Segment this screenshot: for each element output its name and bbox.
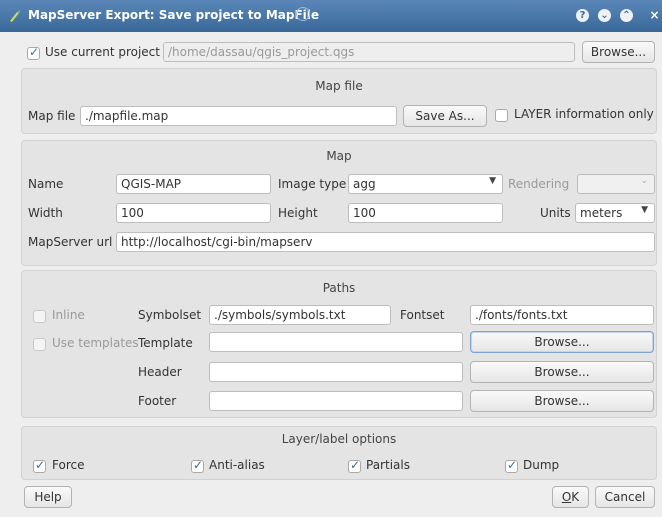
ok-label-rest: K [571,490,580,504]
layer-label-options-panel: Layer/label options [21,426,657,480]
check-icon: ✓ [193,458,204,472]
mapfile-input[interactable]: ./mapfile.map [80,106,397,126]
layer-info-only-label: LAYER information only [514,107,654,121]
inline-checkbox[interactable] [33,310,46,323]
mapserver-url-label: MapServer url [28,235,113,249]
template-browse-button[interactable]: Browse... [470,331,654,353]
image-type-value: agg [353,177,376,191]
ok-button[interactable]: OK [552,486,589,508]
save-as-button[interactable]: Save As... [403,105,487,127]
project-browse-button[interactable]: Browse... [582,41,655,63]
rendering-label: Rendering [508,177,570,191]
chevron-down-icon: ▼ [641,205,648,215]
close-icon[interactable]: × [648,9,661,22]
partials-label: Partials [366,458,410,472]
height-input[interactable]: 100 [348,203,503,223]
image-type-select[interactable]: agg ▼ [348,174,503,194]
mapserver-url-input[interactable]: http://localhost/cgi-bin/mapserv [116,232,655,252]
project-path-field[interactable]: /home/dassau/qgis_project.qgs [163,42,575,62]
map-panel-title: Map [326,149,352,163]
use-templates-label: Use templates [52,336,139,350]
use-current-project-checkbox[interactable]: ✓ [27,45,40,60]
maximize-icon[interactable]: ⌃ [620,9,633,22]
use-templates-checkbox[interactable] [33,338,46,351]
inline-label: Inline [52,308,85,322]
qgis-icon [10,10,20,22]
help-button[interactable]: Help [24,486,72,508]
minimize-icon[interactable]: ⌄ [598,9,611,22]
header-label: Header [138,365,182,379]
pin-icon [296,7,310,21]
chevron-down-icon: ⌄ [640,176,648,186]
layer-label-options-title: Layer/label options [281,432,397,446]
template-label: Template [138,336,193,350]
chevron-down-icon: ▼ [489,176,496,186]
dump-label: Dump [523,458,560,472]
check-icon: ✓ [29,45,40,59]
image-type-label: Image type [278,177,347,191]
footer-input[interactable] [209,391,463,411]
window-title: MapServer Export: Save project to MapFil… [28,8,320,22]
check-icon: ✓ [350,458,361,472]
dump-checkbox[interactable]: ✓ [505,458,518,473]
width-input[interactable]: 100 [116,203,271,223]
force-label: Force [52,458,85,472]
ok-accelerator: O [561,490,572,504]
rendering-select[interactable]: ⌄ [577,174,655,194]
template-input[interactable] [209,332,463,352]
height-label: Height [278,206,318,220]
symbolset-label: Symbolset [138,308,202,322]
check-icon: ✓ [35,458,46,472]
mapfile-label: Map file [28,109,76,123]
units-value: meters [580,206,623,220]
anti-alias-label: Anti-alias [209,458,265,472]
check-icon: ✓ [507,458,518,472]
title-bar: MapServer Export: Save project to MapFil… [0,0,662,32]
anti-alias-checkbox[interactable]: ✓ [191,458,204,473]
layer-info-only-checkbox[interactable] [495,109,508,122]
partials-checkbox[interactable]: ✓ [348,458,361,473]
units-select[interactable]: meters ▼ [575,203,655,223]
units-label: Units [540,206,571,220]
name-label: Name [28,177,64,191]
cancel-button[interactable]: Cancel [595,486,655,508]
use-current-project-label: Use current project [45,45,160,59]
header-input[interactable] [209,362,463,382]
force-checkbox[interactable]: ✓ [33,458,46,473]
fontset-label: Fontset [400,308,445,322]
name-input[interactable]: QGIS-MAP [116,174,271,194]
help-icon[interactable]: ? [576,9,589,22]
mapfile-panel-title: Map file [315,79,363,93]
paths-panel-title: Paths [322,281,356,295]
width-label: Width [28,206,63,220]
header-browse-button[interactable]: Browse... [470,361,654,383]
symbolset-input[interactable]: ./symbols/symbols.txt [209,305,391,325]
dialog-body: ✓ Use current project /home/dassau/qgis_… [0,32,662,517]
footer-browse-button[interactable]: Browse... [470,390,654,412]
footer-label: Footer [138,394,177,408]
fontset-input[interactable]: ./fonts/fonts.txt [470,305,654,325]
